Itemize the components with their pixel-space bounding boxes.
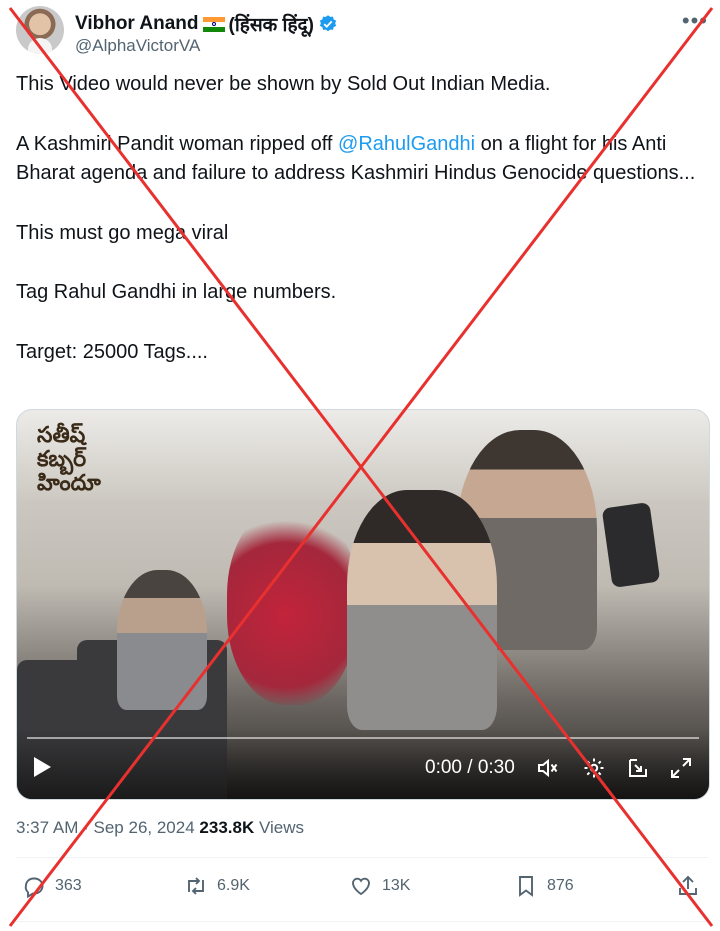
author-handle[interactable]: @AlphaVictorVA: [75, 36, 200, 56]
repost-button[interactable]: 6.9K: [184, 874, 250, 898]
divider: [16, 921, 708, 922]
tweet-line-1: This Video would never be shown by Sold …: [16, 73, 551, 95]
like-count: 13K: [382, 877, 411, 894]
tweet-time[interactable]: 3:37 AM: [16, 818, 78, 837]
tweet-line-3: This must go mega viral: [16, 221, 229, 244]
action-bar: 363 6.9K 13K 876: [16, 874, 708, 908]
video-player[interactable]: సతీష్ కబ్బర్ హిందూ 0:00 / 0:30: [16, 409, 710, 800]
verified-badge-icon: [319, 15, 337, 32]
meta-separator: ·: [83, 818, 89, 837]
repost-count: 6.9K: [217, 877, 250, 894]
video-phone: [601, 502, 661, 588]
bookmark-count: 876: [547, 877, 574, 894]
like-button[interactable]: 13K: [349, 874, 410, 898]
reply-button[interactable]: 363: [22, 874, 82, 898]
tweet-line-2: A Kashmiri Pandit woman ripped off @Rahu…: [16, 130, 706, 189]
more-options-icon[interactable]: •••: [682, 8, 708, 34]
volume-icon[interactable]: [536, 756, 560, 780]
video-woman-red-outfit: [227, 505, 357, 705]
heart-icon: [352, 877, 370, 896]
views-count: 233.8K: [199, 818, 255, 837]
watermark-line-2: హిందూ: [37, 471, 101, 496]
video-progress-bar[interactable]: [27, 737, 699, 739]
tweet-line-4: Tag Rahul Gandhi in large numbers.: [16, 281, 337, 303]
bookmark-icon: [519, 876, 533, 897]
author-name-line[interactable]: Vibhor Anand (हिंसक हिंदू): [75, 11, 338, 37]
repost-icon: [188, 877, 204, 895]
bookmark-button[interactable]: 876: [514, 874, 574, 898]
tweet-text: This Video would never be shown by Sold …: [16, 70, 706, 367]
settings-gear-icon[interactable]: [582, 756, 606, 780]
tweet-line-5: Target: 25000 Tags....: [16, 340, 208, 363]
share-icon: [679, 875, 697, 895]
avatar[interactable]: [16, 6, 64, 54]
author-name-suffix[interactable]: (हिंसक हिंदू): [229, 11, 314, 37]
video-watermark: సతీష్ కబ్బర్ హిందూ: [37, 423, 137, 496]
tweet-date[interactable]: Sep 26, 2024: [94, 818, 195, 837]
fullscreen-icon[interactable]: [669, 756, 693, 780]
mention-link[interactable]: @RahulGandhi: [338, 133, 475, 155]
video-time: 0:00 / 0:30: [425, 757, 515, 778]
video-controls: 0:00 / 0:30: [17, 729, 709, 799]
divider: [16, 857, 708, 858]
reply-icon: [24, 877, 44, 898]
views-label: Views: [258, 818, 305, 837]
share-button[interactable]: [676, 874, 700, 898]
watermark-line-1: సతీష్ కబ్బర్: [37, 423, 87, 472]
india-flag-icon: [202, 16, 225, 32]
pip-icon[interactable]: [626, 756, 650, 780]
video-passenger: [117, 570, 207, 710]
play-icon[interactable]: [34, 757, 51, 777]
tweet-line-2-before: A Kashmiri Pandit woman ripped off: [16, 132, 339, 155]
tweet-meta: 3:37 AM · Sep 26, 2024 233.8K Views: [16, 818, 304, 838]
tweet-header: Vibhor Anand (हिंसक हिंदू) @AlphaVictorV…: [16, 6, 708, 56]
reply-count: 363: [55, 877, 82, 894]
author-display-name[interactable]: Vibhor Anand: [75, 13, 199, 35]
video-man-center: [347, 490, 497, 730]
